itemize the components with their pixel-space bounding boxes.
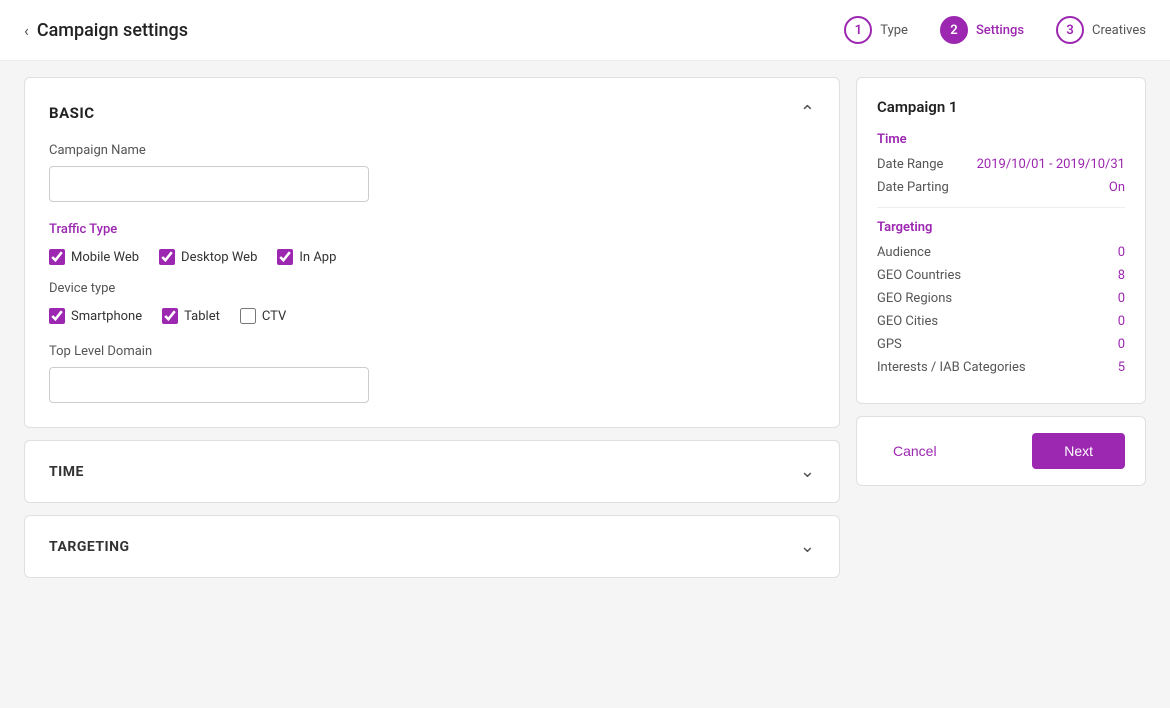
in-app-checkbox[interactable] [277, 249, 293, 265]
step-1-label: Type [880, 23, 908, 38]
traffic-type-group: Mobile Web Desktop Web In App [49, 249, 815, 265]
ctv-checkbox[interactable] [240, 308, 256, 324]
summary-audience-label: Audience [877, 245, 931, 260]
time-section-card: TIME ⌄ [24, 440, 840, 503]
desktop-web-checkbox[interactable] [159, 249, 175, 265]
summary-date-parting-value: On [1109, 180, 1125, 195]
summary-date-range-label: Date Range [877, 157, 943, 172]
smartphone-checkbox-item: Smartphone [49, 308, 142, 324]
device-type-label: Device type [49, 281, 815, 296]
summary-iab-row: Interests / IAB Categories 5 [877, 360, 1125, 375]
targeting-section-title: TARGETING [49, 539, 130, 555]
summary-date-parting-row: Date Parting On [877, 180, 1125, 195]
summary-geo-cities-row: GEO Cities 0 [877, 314, 1125, 329]
basic-collapse-icon[interactable]: ⌃ [800, 102, 815, 123]
summary-divider [877, 207, 1125, 208]
basic-section-card: BASIC ⌃ Campaign Name Traffic Type Mobil… [24, 77, 840, 428]
back-button[interactable]: ‹ [24, 21, 29, 40]
page-title: Campaign settings [37, 20, 188, 41]
cancel-button[interactable]: Cancel [877, 435, 953, 467]
summary-audience-row: Audience 0 [877, 245, 1125, 260]
device-type-group: Smartphone Tablet CTV [49, 308, 815, 324]
summary-geo-countries-row: GEO Countries 8 [877, 268, 1125, 283]
next-button[interactable]: Next [1032, 433, 1125, 469]
right-panel: Campaign 1 Time Date Range 2019/10/01 - … [856, 77, 1146, 688]
in-app-label: In App [299, 250, 336, 265]
summary-geo-countries-label: GEO Countries [877, 268, 961, 283]
in-app-checkbox-item: In App [277, 249, 336, 265]
summary-card: Campaign 1 Time Date Range 2019/10/01 - … [856, 77, 1146, 404]
summary-geo-cities-label: GEO Cities [877, 314, 938, 329]
campaign-name-input[interactable] [49, 166, 369, 202]
mobile-web-label: Mobile Web [71, 250, 139, 265]
summary-geo-countries-value: 8 [1118, 268, 1125, 283]
step-2-circle: 2 [940, 16, 968, 44]
basic-section-header: BASIC ⌃ [49, 102, 815, 123]
ctv-label: CTV [262, 309, 286, 324]
summary-geo-regions-label: GEO Regions [877, 291, 952, 306]
smartphone-label: Smartphone [71, 309, 142, 324]
smartphone-checkbox[interactable] [49, 308, 65, 324]
step-3-label: Creatives [1092, 23, 1146, 38]
targeting-section-card: TARGETING ⌄ [24, 515, 840, 578]
summary-geo-regions-value: 0 [1118, 291, 1125, 306]
time-section-title: TIME [49, 464, 84, 480]
summary-gps-row: GPS 0 [877, 337, 1125, 352]
header-left: ‹ Campaign settings [24, 20, 188, 41]
traffic-type-label: Traffic Type [49, 222, 815, 237]
actions-card: Cancel Next [856, 416, 1146, 486]
summary-time-title: Time [877, 132, 1125, 147]
steps-nav: 1 Type 2 Settings 3 Creatives [844, 16, 1146, 44]
top-level-domain-input[interactable] [49, 367, 369, 403]
time-expand-icon[interactable]: ⌄ [800, 461, 815, 482]
summary-date-parting-label: Date Parting [877, 180, 949, 195]
mobile-web-checkbox[interactable] [49, 249, 65, 265]
tablet-checkbox[interactable] [162, 308, 178, 324]
basic-section-title: BASIC [49, 104, 95, 122]
targeting-expand-icon[interactable]: ⌄ [800, 536, 815, 557]
step-1-circle: 1 [844, 16, 872, 44]
summary-campaign-name: Campaign 1 [877, 98, 1125, 116]
summary-date-range-value: 2019/10/01 - 2019/10/31 [977, 157, 1125, 172]
tablet-label: Tablet [184, 309, 220, 324]
page-header: ‹ Campaign settings 1 Type 2 Settings 3 … [0, 0, 1170, 61]
left-panel: BASIC ⌃ Campaign Name Traffic Type Mobil… [24, 77, 856, 688]
summary-date-range-row: Date Range 2019/10/01 - 2019/10/31 [877, 157, 1125, 172]
mobile-web-checkbox-item: Mobile Web [49, 249, 139, 265]
campaign-name-label: Campaign Name [49, 143, 815, 158]
summary-iab-value: 5 [1118, 360, 1125, 375]
desktop-web-checkbox-item: Desktop Web [159, 249, 257, 265]
step-3-circle: 3 [1056, 16, 1084, 44]
step-1[interactable]: 1 Type [844, 16, 908, 44]
summary-geo-regions-row: GEO Regions 0 [877, 291, 1125, 306]
summary-iab-label: Interests / IAB Categories [877, 360, 1026, 375]
summary-audience-value: 0 [1118, 245, 1125, 260]
summary-geo-cities-value: 0 [1118, 314, 1125, 329]
step-2[interactable]: 2 Settings [940, 16, 1024, 44]
summary-gps-label: GPS [877, 337, 902, 352]
ctv-checkbox-item: CTV [240, 308, 286, 324]
summary-targeting-title: Targeting [877, 220, 1125, 235]
step-2-label: Settings [976, 23, 1024, 38]
tablet-checkbox-item: Tablet [162, 308, 220, 324]
summary-gps-value: 0 [1118, 337, 1125, 352]
main-content: BASIC ⌃ Campaign Name Traffic Type Mobil… [0, 61, 1170, 704]
step-3[interactable]: 3 Creatives [1056, 16, 1146, 44]
top-level-domain-label: Top Level Domain [49, 344, 815, 359]
desktop-web-label: Desktop Web [181, 250, 257, 265]
